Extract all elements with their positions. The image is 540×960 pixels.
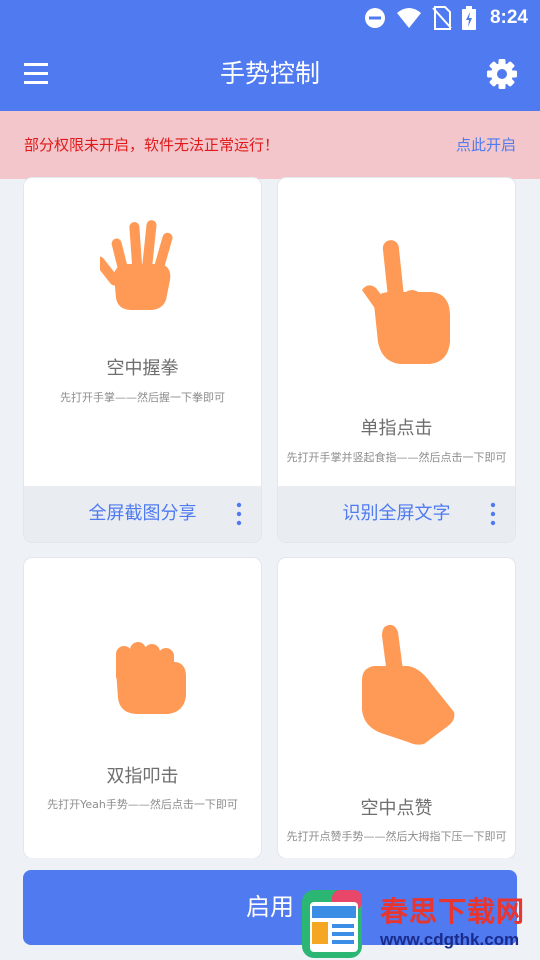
more-options-button[interactable] (483, 502, 503, 526)
status-icons: 8:24 (364, 4, 528, 32)
battery-charging-icon (461, 6, 476, 30)
card-title: 空中握拳 (106, 358, 179, 379)
card-title: 双指叩击 (106, 766, 179, 787)
card-action-label: 全屏截图分享 (88, 503, 197, 524)
do-not-disturb-icon (364, 8, 385, 28)
more-options-button[interactable] (229, 502, 249, 526)
gesture-card-tap[interactable]: 单指点击 先打开手掌并竖起食指——然后点击一下即可 识别全屏文字 (278, 178, 515, 542)
settings-button[interactable] (486, 58, 518, 90)
gesture-card-fist[interactable]: 空中握拳 先打开手掌——然后握一下拳即可 全屏截图分享 (24, 178, 261, 542)
enable-permissions-link[interactable]: 点此开启 (456, 111, 516, 179)
app-bar: 手势控制 (0, 36, 540, 111)
thumbs-up-icon (362, 624, 455, 745)
card-action-bar[interactable]: 识别全屏文字 (278, 486, 515, 542)
warning-text: 部分权限未开启，软件无法正常运行！ (24, 136, 280, 154)
wifi-icon (396, 8, 421, 28)
fist-icon (116, 642, 186, 714)
watermark-brand: 春思下载网 (380, 895, 526, 928)
status-bar: 8:24 (0, 0, 540, 36)
card-title: 单指点击 (360, 418, 433, 439)
watermark: 春思下载网 www.cdgthk.com (298, 884, 540, 960)
gear-icon (487, 59, 517, 89)
card-description: 先打开Yeah手势——然后点击一下即可 (47, 798, 238, 811)
gesture-card-double-tap[interactable]: 双指叩击 先打开Yeah手势——然后点击一下即可 (24, 558, 261, 858)
more-vert-icon (490, 502, 496, 526)
pointing-finger-icon (362, 240, 450, 364)
card-action-bar[interactable]: 全屏截图分享 (24, 486, 261, 542)
status-time: 8:24 (489, 7, 528, 28)
watermark-url: www.cdgthk.com (380, 930, 520, 949)
card-description: 先打开点赞手势——然后大拇指下压一下即可 (286, 830, 507, 843)
site-logo-icon (302, 890, 362, 958)
gesture-card-thumbs-up[interactable]: 空中点赞 先打开点赞手势——然后大拇指下压一下即可 (278, 558, 515, 858)
no-sim-icon (432, 6, 452, 30)
permission-warning-banner: 部分权限未开启，软件无法正常运行！ 点此开启 (0, 111, 540, 179)
open-hand-icon (100, 220, 173, 310)
page-title: 手势控制 (219, 59, 320, 88)
card-description: 先打开手掌并竖起食指——然后点击一下即可 (286, 451, 507, 464)
more-vert-icon (236, 502, 242, 526)
card-description: 先打开手掌——然后握一下拳即可 (60, 391, 225, 404)
card-action-label: 识别全屏文字 (342, 503, 451, 524)
card-title: 空中点赞 (360, 798, 433, 819)
